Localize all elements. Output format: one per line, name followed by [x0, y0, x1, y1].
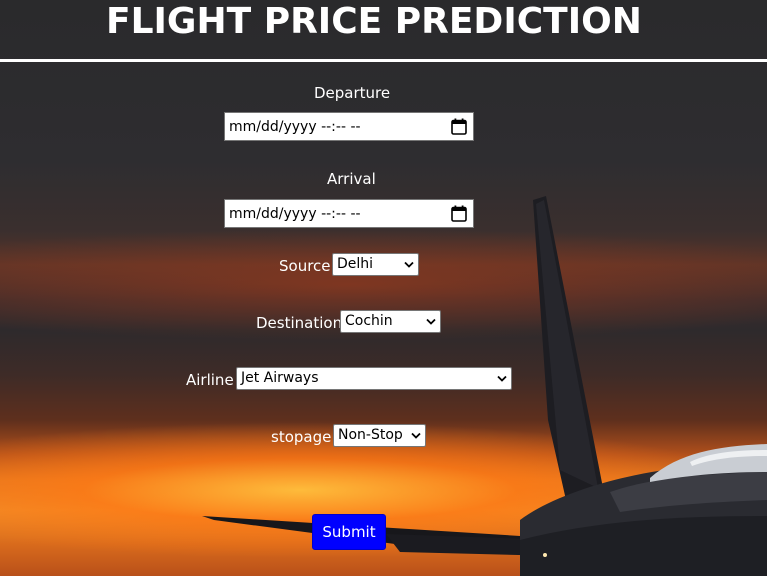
- page-title: FLIGHT PRICE PREDICTION: [106, 1, 642, 42]
- departure-placeholder: mm/dd/yyyy --:-- --: [229, 119, 361, 135]
- arrival-label: Arrival: [327, 170, 376, 188]
- chevron-down-icon: [404, 261, 414, 268]
- destination-select[interactable]: Cochin: [340, 310, 441, 333]
- departure-label: Departure: [314, 84, 391, 102]
- calendar-icon[interactable]: [451, 118, 467, 135]
- chevron-down-icon: [497, 375, 507, 382]
- chevron-down-icon: [411, 432, 421, 439]
- stopage-label: stopage: [271, 428, 332, 446]
- chevron-down-icon: [426, 318, 436, 325]
- page-header: FLIGHT PRICE PREDICTION: [0, 0, 767, 62]
- arrival-placeholder: mm/dd/yyyy --:-- --: [229, 206, 361, 222]
- stopage-select[interactable]: Non-Stop: [333, 424, 426, 447]
- source-selected-value: Delhi: [337, 256, 374, 272]
- arrival-datetime-input[interactable]: mm/dd/yyyy --:-- --: [224, 199, 474, 228]
- destination-label: Destination: [256, 314, 343, 332]
- stopage-selected-value: Non-Stop: [338, 427, 403, 443]
- source-label: Source: [279, 257, 331, 275]
- airline-selected-value: Jet Airways: [241, 370, 319, 386]
- submit-button[interactable]: Submit: [312, 514, 386, 550]
- header-divider: [0, 59, 767, 62]
- calendar-icon[interactable]: [451, 205, 467, 222]
- airline-label: Airline: [186, 371, 234, 389]
- departure-datetime-input[interactable]: mm/dd/yyyy --:-- --: [224, 112, 474, 141]
- source-select[interactable]: Delhi: [332, 253, 419, 276]
- airline-select[interactable]: Jet Airways: [236, 367, 512, 390]
- destination-selected-value: Cochin: [345, 313, 393, 329]
